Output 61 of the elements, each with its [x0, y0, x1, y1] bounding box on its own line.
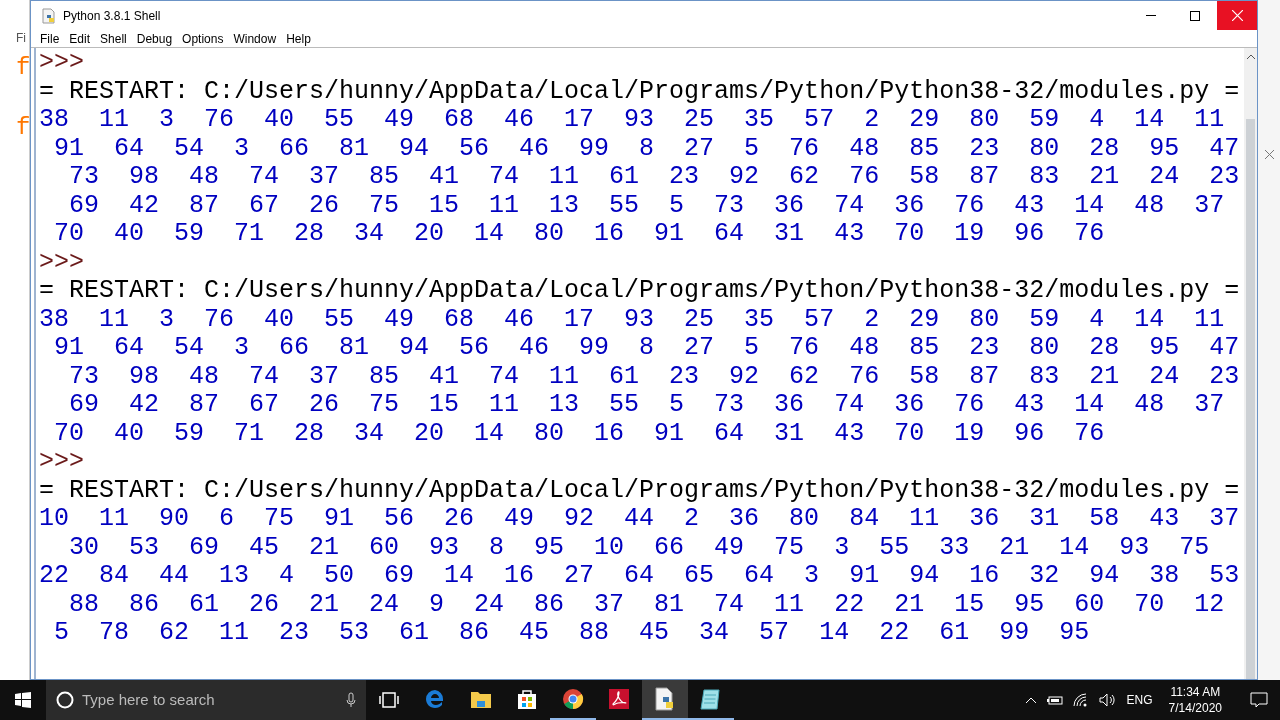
menu-item[interactable]: Options [182, 30, 224, 47]
close-icon [1264, 150, 1274, 159]
notepad-icon [699, 687, 723, 711]
minimize-icon [1146, 15, 1156, 16]
output-line: 70 40 59 71 28 34 20 14 80 16 91 64 31 43 70 19 96 76 [53, 419, 1105, 448]
output-line: 38 11 3 76 40 55 49 68 46 17 93 25 35 57 2 29 80 59 4 14 11 [39, 305, 1225, 334]
wifi-icon [1072, 693, 1089, 707]
python-file-icon [41, 7, 57, 24]
output-line: 30 53 69 45 21 60 93 8 95 10 66 49 75 3 55 33 21 14 93 75 [68, 533, 1210, 562]
restart-line: = RESTART: C:/Users/hunny/AppData/Local/Programs/Python/Python38-32/modules.py = [39, 476, 1240, 505]
output-line: 73 98 48 74 37 85 41 74 11 61 23 92 62 76 58 87 83 21 24 23 [68, 163, 1240, 192]
menu-item[interactable]: Debug [136, 30, 173, 47]
menu-item[interactable]: Edit [69, 30, 91, 47]
menu-item[interactable]: Shell [100, 30, 127, 47]
menu-item[interactable]: Window [233, 30, 277, 47]
output-line: 69 42 87 67 26 75 15 11 13 55 5 73 36 74 36 76 43 14 48 37 [68, 191, 1225, 220]
output-line: 22 84 44 13 4 50 69 14 16 27 64 65 64 3 91 94 16 32 94 38 53 [39, 562, 1240, 591]
output-line: 5 78 62 11 23 53 61 86 45 88 45 34 57 14 22 61 99 95 [53, 619, 1090, 648]
task-view-icon [379, 692, 399, 708]
chevron-up-icon [1024, 696, 1037, 704]
menu-item[interactable]: File [40, 30, 60, 47]
notification-icon [1250, 692, 1268, 708]
window-title: Python 3.8.1 Shell [63, 7, 161, 25]
folder-icon [470, 689, 492, 709]
output-line: 70 40 59 71 28 34 20 14 80 16 91 64 31 43 70 19 96 76 [53, 220, 1105, 249]
language-indicator[interactable]: ENG [1126, 691, 1153, 709]
output-line: 69 42 87 67 26 75 15 11 13 55 5 73 36 74 36 76 43 14 48 37 [68, 391, 1225, 420]
clock[interactable]: 11:34 AM 7/14/2020 [1162, 684, 1228, 716]
output-line: 73 98 48 74 37 85 41 74 11 61 23 92 62 76 58 87 83 21 24 23 [68, 362, 1240, 391]
windows-logo-icon [15, 692, 31, 708]
code-fragment: f [16, 114, 29, 142]
shopping-bag-icon [516, 688, 538, 710]
shell-prompt: >>> [39, 49, 84, 78]
clock-date: 7/14/2020 [1168, 700, 1222, 716]
close-icon [1231, 10, 1243, 21]
maximize-icon [1190, 10, 1200, 21]
output-line: 10 11 90 6 75 91 56 26 49 92 44 2 36 80 84 11 36 31 58 43 37 [39, 505, 1240, 534]
output-line: 38 11 3 76 40 55 49 68 46 17 93 25 35 57 2 29 80 59 4 14 11 [39, 106, 1225, 135]
output-line: 91 64 54 3 66 81 94 56 46 99 8 27 5 76 48 85 23 80 28 95 47 [53, 334, 1240, 363]
microphone-icon [346, 692, 356, 708]
restart-line: = RESTART: C:/Users/hunny/AppData/Local/Programs/Python/Python38-32/modules.py = [39, 277, 1240, 306]
output-line: 88 86 61 26 21 24 9 24 86 37 81 74 11 22 21 15 95 60 70 12 [68, 590, 1225, 619]
scroll-up-icon [1246, 54, 1255, 59]
scrollbar-thumb[interactable] [1246, 119, 1255, 679]
scrollbar[interactable] [1244, 48, 1257, 679]
search-input[interactable]: Type here to search [82, 688, 338, 712]
taskbar-app[interactable] [642, 680, 688, 720]
menu-item[interactable]: Help [286, 30, 311, 47]
search-field[interactable]: Type here to search [46, 680, 366, 720]
edge-icon [424, 688, 446, 710]
output-line: 91 64 54 3 66 81 94 56 46 99 8 27 5 76 48 85 23 80 28 95 47 [53, 134, 1240, 163]
search-circle-icon [56, 691, 74, 709]
chrome-icon [562, 688, 584, 710]
clock-time: 11:34 AM [1170, 684, 1221, 700]
restart-line: = RESTART: C:/Users/hunny/AppData/Local/Programs/Python/Python38-32/modules.py = [39, 77, 1240, 106]
speaker-icon [1098, 693, 1117, 707]
shell-prompt: >>> [39, 248, 84, 277]
code-fragment: f [16, 54, 29, 82]
pdf-icon [608, 688, 630, 710]
shell-prompt: >>> [39, 448, 84, 477]
battery-icon [1046, 695, 1063, 705]
